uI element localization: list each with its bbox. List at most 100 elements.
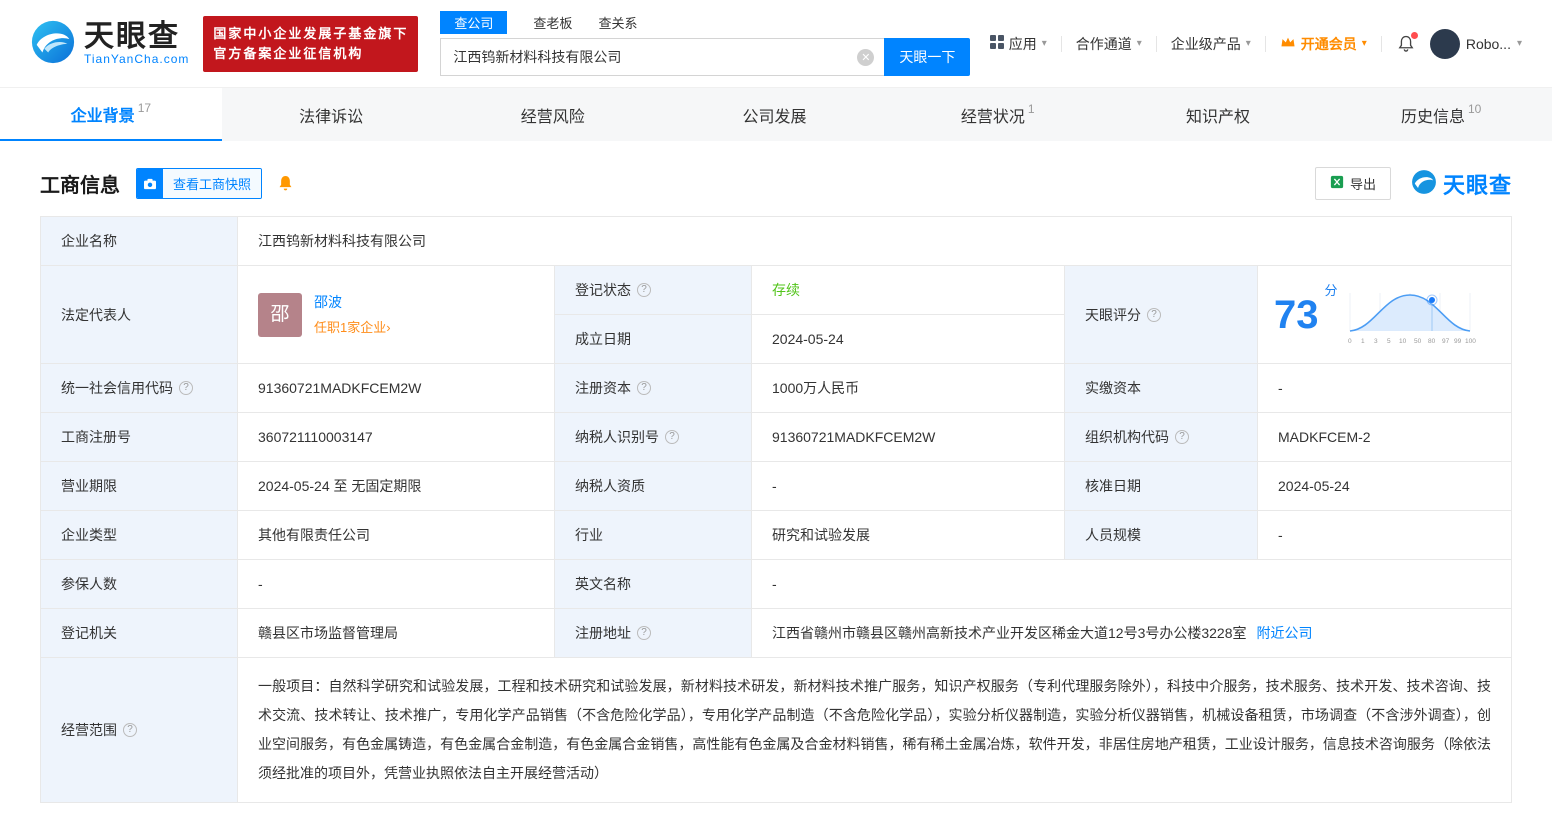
help-icon[interactable]: ? <box>637 381 651 395</box>
nav-enterprise-products[interactable]: 企业级产品 ▾ <box>1171 34 1251 54</box>
tab-label: 企业背景 <box>70 107 135 125</box>
nearby-companies-link[interactable]: 附近公司 <box>1257 622 1313 644</box>
tab-label: 经营状况 <box>960 108 1025 126</box>
search-button[interactable]: 天眼一下 <box>884 38 971 76</box>
field-value-reg-number: 360721110003147 <box>238 413 554 461</box>
camera-icon <box>137 169 163 198</box>
help-icon[interactable]: ? <box>1147 307 1161 322</box>
top-nav: 应用 ▾ 合作通道 ▾ 企业级产品 ▾ 开通会员 ▾ Robo... ▾ <box>989 28 1522 59</box>
divider <box>1264 35 1266 52</box>
field-value-establish-date: 2024-05-24 <box>752 315 1064 363</box>
field-value-reg-status: 存续 <box>752 266 1064 314</box>
field-label-industry: 行业 <box>555 511 751 559</box>
legal-rep-name-link[interactable]: 邵波 <box>314 291 391 313</box>
field-value-reg-address: 江西省赣州市赣县区赣州高新技术产业开发区稀金大道12号3号办公楼3228室 附近… <box>752 609 1511 657</box>
field-value-approval-date: 2024-05-24 <box>1258 462 1511 510</box>
business-info-table: 企业名称 江西钨新材料科技有限公司 法定代表人 邵 邵波 任职1家企业› 登记状… <box>40 216 1512 803</box>
svg-text:1: 1 <box>1361 338 1365 345</box>
view-snapshot-button[interactable]: 查看工商快照 <box>136 168 263 199</box>
divider <box>1060 35 1062 52</box>
help-icon[interactable]: ? <box>1175 430 1189 444</box>
score-distribution-chart: 0 1 3 5 10 50 80 97 99 100 <box>1348 292 1476 345</box>
help-icon[interactable]: ? <box>179 381 193 395</box>
field-value-legal-rep: 邵 邵波 任职1家企业› <box>238 266 554 363</box>
user-account[interactable]: Robo... ▾ <box>1429 28 1522 59</box>
tianyancha-watermark: 天眼查 <box>1411 168 1512 200</box>
chevron-down-icon: ▾ <box>1245 38 1251 49</box>
field-label-english-name: 英文名称 <box>555 560 751 608</box>
field-value-taxpayer-quality: - <box>752 462 1064 510</box>
field-value-paid-capital: - <box>1258 364 1511 412</box>
label-text: 组织机构代码 <box>1085 429 1169 445</box>
tab-company-development[interactable]: 公司发展 <box>665 88 887 141</box>
nav-apps[interactable]: 应用 ▾ <box>989 34 1047 54</box>
help-icon[interactable]: ? <box>637 283 651 297</box>
excel-icon <box>1330 175 1344 192</box>
field-label-reg-address: 注册地址 ? <box>555 609 751 657</box>
field-label-legal-rep: 法定代表人 <box>41 266 237 363</box>
tab-label: 公司发展 <box>742 108 807 126</box>
search-tab-company[interactable]: 查公司 <box>440 11 508 34</box>
tab-operation-risk[interactable]: 经营风险 <box>443 88 665 141</box>
field-value-org-code: MADKFCEM-2 <box>1258 413 1511 461</box>
arrow-right-icon: › <box>386 319 391 335</box>
crown-icon <box>1280 35 1296 52</box>
tab-operation-status[interactable]: 经营状况 1 <box>887 88 1109 141</box>
label-text: 统一社会信用代码 <box>61 380 173 396</box>
field-value-credit-code: 91360721MADKFCEM2W <box>238 364 554 412</box>
notification-bell[interactable] <box>1396 31 1418 54</box>
label-text: 注册资本 <box>575 380 631 396</box>
subscribe-bell-icon[interactable] <box>276 174 295 193</box>
label-text: 登记状态 <box>575 282 631 298</box>
label-text: 纳税人识别号 <box>575 429 659 445</box>
field-label-company-type: 企业类型 <box>41 511 237 559</box>
tab-intellectual-property[interactable]: 知识产权 <box>1109 88 1331 141</box>
search-box: ✕ <box>440 38 885 76</box>
field-value-business-term: 2024-05-24 至 无固定期限 <box>238 462 554 510</box>
search-input[interactable] <box>453 49 858 65</box>
chevron-down-icon: ▾ <box>1361 38 1367 49</box>
field-value-insured-count: - <box>238 560 554 608</box>
svg-text:50: 50 <box>1414 338 1422 345</box>
nav-vip-label: 开通会员 <box>1300 35 1357 52</box>
field-label-business-term: 营业期限 <box>41 462 237 510</box>
gov-certification-badge: 国家中小企业发展子基金旗下 官方备案企业征信机构 <box>203 15 419 72</box>
help-icon[interactable]: ? <box>665 430 679 444</box>
help-icon[interactable]: ? <box>637 626 651 640</box>
tab-legal-proceedings[interactable]: 法律诉讼 <box>222 88 444 141</box>
tab-label: 经营风险 <box>520 108 585 126</box>
section-title: 工商信息 <box>40 175 120 197</box>
field-value-reg-authority: 赣县区市场监督管理局 <box>238 609 554 657</box>
label-text: 注册地址 <box>575 625 631 641</box>
nav-cooperation-label: 合作通道 <box>1075 35 1132 52</box>
field-label-paid-capital: 实缴资本 <box>1065 364 1257 412</box>
field-label-company-name: 企业名称 <box>41 217 237 265</box>
help-icon[interactable]: ? <box>123 723 137 737</box>
export-button[interactable]: 导出 <box>1314 167 1391 200</box>
clear-search-icon[interactable]: ✕ <box>857 48 875 66</box>
business-info-section-header: 工商信息 查看工商快照 导出 天眼查 <box>40 167 1512 200</box>
tab-label: 知识产权 <box>1185 108 1250 126</box>
tab-history-info[interactable]: 历史信息 10 <box>1330 88 1552 141</box>
apps-grid-icon <box>989 35 1004 52</box>
notification-dot <box>1410 31 1418 39</box>
nav-vip-membership[interactable]: 开通会员 ▾ <box>1280 34 1367 54</box>
nav-apps-label: 应用 <box>1008 35 1037 52</box>
field-value-company-name: 江西钨新材料科技有限公司 <box>238 217 1511 265</box>
svg-text:0: 0 <box>1348 338 1352 345</box>
legal-rep-positions-link[interactable]: 任职1家企业› <box>314 317 391 339</box>
legal-rep-avatar[interactable]: 邵 <box>258 292 302 337</box>
tianyancha-logo[interactable]: 天眼查 TianYanCha.com <box>30 19 189 68</box>
score-unit: 分 <box>1324 283 1338 298</box>
snapshot-button-label: 查看工商快照 <box>163 169 262 198</box>
field-label-credit-code: 统一社会信用代码 ? <box>41 364 237 412</box>
nav-cooperation[interactable]: 合作通道 ▾ <box>1076 34 1142 54</box>
tab-company-background[interactable]: 企业背景 17 <box>0 88 222 141</box>
search-tab-relation[interactable]: 查关系 <box>598 11 637 34</box>
divider <box>1155 35 1157 52</box>
field-value-industry: 研究和试验发展 <box>752 511 1064 559</box>
field-value-staff-size: - <box>1258 511 1511 559</box>
search-tab-boss[interactable]: 查老板 <box>533 11 572 34</box>
divider <box>1380 35 1382 52</box>
chevron-down-icon: ▾ <box>1136 38 1142 49</box>
